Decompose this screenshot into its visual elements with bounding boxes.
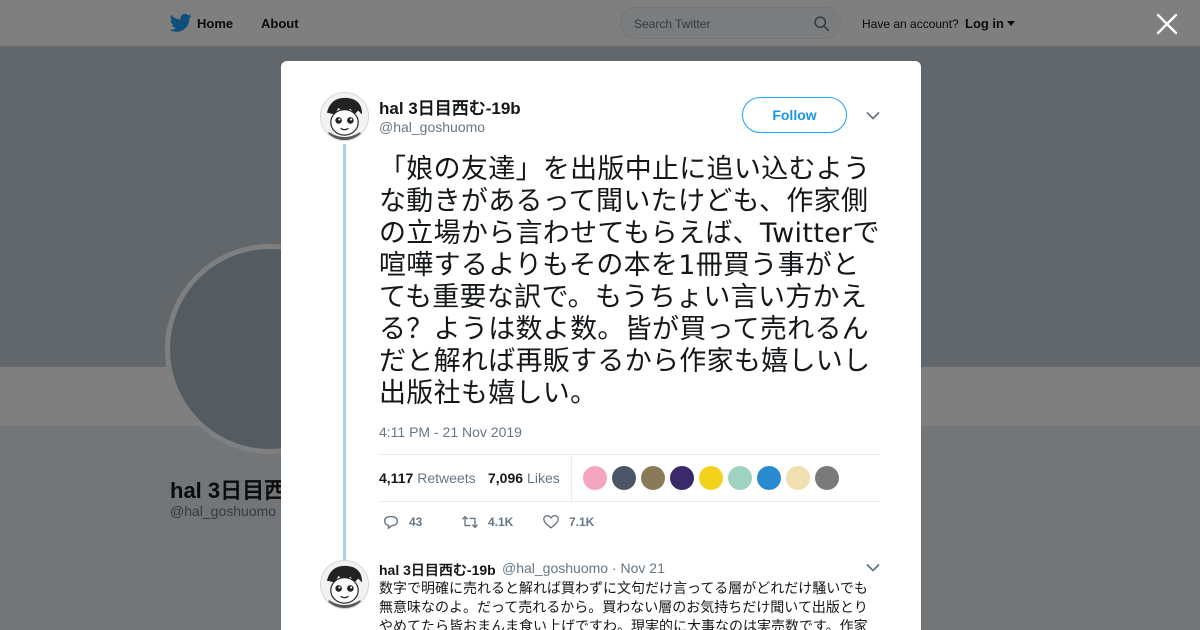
reply-text: 数字で明確に売れると解れば買わずに文句だけ言ってる層がどれだけ騒いでも無意味なの…	[379, 581, 868, 630]
follow-button[interactable]: Follow	[742, 97, 847, 133]
avatar-pink-icon[interactable]	[583, 466, 607, 490]
tweet-author-avatar[interactable]	[320, 92, 369, 141]
avatar-yellow-icon[interactable]	[699, 466, 723, 490]
retweet-count: 4.1K	[488, 515, 514, 529]
tweet-stats: 4,117 Retweets 7,096 Likes	[379, 454, 881, 502]
avatar-dark-icon[interactable]	[612, 466, 636, 490]
retweets-label: Retweets	[417, 470, 476, 486]
heart-icon	[543, 515, 559, 529]
avatar-brown-icon[interactable]	[641, 466, 665, 490]
reply-count: 43	[409, 515, 423, 529]
reply-author-handle[interactable]: @hal_goshuomo · Nov 21	[502, 560, 665, 576]
like-button[interactable]: 7.1K	[542, 512, 594, 532]
manga-avatar-icon	[321, 93, 368, 140]
reply-author-avatar[interactable]	[320, 560, 369, 609]
tweet-text: 「娘の友達」を出版中止に追い込むような動きがあるって聞いたけども、作家側の立場か…	[379, 154, 880, 409]
tweet-modal: hal 3日目西む-19b @hal_goshuomo Follow 「娘の友達…	[281, 61, 921, 630]
retweets-stat[interactable]: 4,117 Retweets	[379, 470, 476, 486]
likes-count: 7,096	[488, 470, 524, 486]
retweets-count: 4,117	[379, 470, 414, 486]
retweet-button[interactable]: 4.1K	[461, 512, 513, 532]
chevron-down-icon[interactable]	[866, 563, 880, 573]
avatar-purple-icon[interactable]	[670, 466, 694, 490]
tweet-timestamp[interactable]: 4:11 PM - 21 Nov 2019	[379, 424, 522, 440]
reply-icon	[384, 515, 398, 529]
thread-connector-line	[343, 144, 346, 564]
stats-divider	[571, 455, 572, 501]
close-icon[interactable]	[1155, 12, 1179, 36]
tweet-author-name[interactable]: hal 3日目西む-19b	[379, 94, 521, 119]
likes-stat[interactable]: 7,096 Likes	[488, 470, 560, 486]
avatar-gray-icon[interactable]	[815, 466, 839, 490]
chevron-down-icon[interactable]	[866, 111, 880, 121]
avatar-blue-icon[interactable]	[757, 466, 781, 490]
tweet-author-handle[interactable]: @hal_goshuomo	[379, 119, 485, 135]
avatar-mint-icon[interactable]	[728, 466, 752, 490]
tweet-actions: 43 4.1K 7.1K	[379, 512, 779, 532]
avatar-cream-icon[interactable]	[786, 466, 810, 490]
manga-avatar-icon	[321, 561, 368, 608]
reply-button[interactable]: 43	[382, 512, 422, 532]
retweet-icon	[462, 515, 478, 529]
like-count: 7.1K	[569, 515, 595, 529]
likes-label: Likes	[527, 470, 560, 486]
reply-author-name[interactable]: hal 3日目西む-19b	[379, 560, 496, 580]
